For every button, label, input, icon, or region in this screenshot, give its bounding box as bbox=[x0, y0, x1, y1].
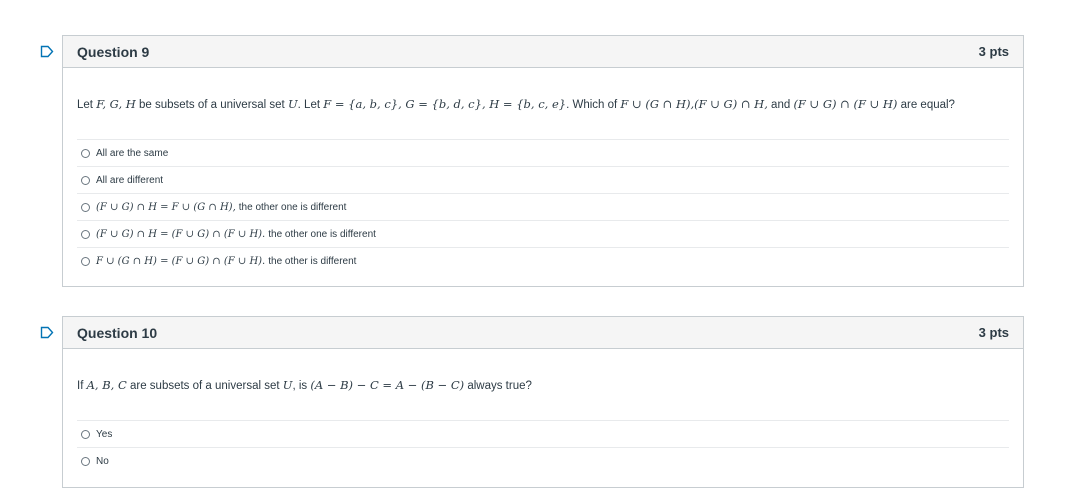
bookmark-flag-icon[interactable] bbox=[40, 45, 54, 58]
question-header: Question 10 3 pts bbox=[63, 317, 1023, 349]
answer-label: All are different bbox=[96, 174, 164, 186]
radio-button[interactable] bbox=[81, 202, 90, 212]
question-body: If A, B, C are subsets of a universal se… bbox=[63, 349, 1023, 474]
answer-label: the other is different bbox=[268, 255, 357, 267]
answer-option[interactable]: All are different bbox=[77, 166, 1009, 193]
text-segment: always true? bbox=[464, 380, 532, 392]
answer-option[interactable]: No bbox=[77, 447, 1009, 474]
math-segment: F ∪ (G ∩ H),(F ∪ G) ∩ H, bbox=[620, 97, 768, 111]
text-segment: be subsets of a universal set bbox=[135, 99, 288, 111]
question-text: If A, B, C are subsets of a universal se… bbox=[77, 349, 1009, 420]
answer-math: (F ∪ G) ∩ H = (F ∪ G) ∩ (F ∪ H). bbox=[96, 228, 266, 240]
text-segment: , is bbox=[292, 380, 311, 392]
text-segment: Let bbox=[77, 99, 97, 111]
math-segment: (F ∪ G) ∩ (F ∪ H) bbox=[793, 97, 898, 111]
text-segment: . Which of bbox=[566, 99, 621, 111]
answer-label: No bbox=[96, 455, 109, 467]
question-header: Question 9 3 pts bbox=[63, 36, 1023, 68]
answer-option[interactable]: F ∪ (G ∩ H) = (F ∪ G) ∩ (F ∪ H). the oth… bbox=[77, 247, 1009, 274]
answer-math: (F ∪ G) ∩ H = F ∪ (G ∩ H), bbox=[96, 201, 236, 213]
answer-option[interactable]: All are the same bbox=[77, 139, 1009, 166]
math-segment: A, B, C bbox=[86, 378, 127, 392]
bookmark-flag-icon[interactable] bbox=[40, 326, 54, 339]
answer-option[interactable]: Yes bbox=[77, 420, 1009, 447]
question-body: Let F, G, H be subsets of a universal se… bbox=[63, 68, 1023, 274]
math-segment: U bbox=[282, 378, 293, 392]
answer-label: Yes bbox=[96, 428, 113, 440]
radio-button[interactable] bbox=[81, 175, 90, 185]
math-segment: (A − B) − C = A − (B − C) bbox=[310, 378, 465, 392]
math-segment: F = {a, b, c}, G = {b, d, c}, H = {b, c,… bbox=[323, 97, 567, 111]
radio-button[interactable] bbox=[81, 229, 90, 239]
radio-button[interactable] bbox=[81, 256, 90, 266]
answer-label: All are the same bbox=[96, 147, 169, 159]
question-title: Question 10 bbox=[77, 324, 158, 341]
radio-button[interactable] bbox=[81, 148, 90, 158]
math-segment: F, G, H bbox=[96, 97, 136, 111]
question-text: Let F, G, H be subsets of a universal se… bbox=[77, 68, 1009, 139]
question-9: Question 9 3 pts Let F, G, H be subsets … bbox=[40, 35, 1024, 287]
answer-label: the other one is different bbox=[268, 228, 376, 240]
text-segment: . Let bbox=[297, 99, 324, 111]
math-segment: U bbox=[287, 97, 298, 111]
question-10: Question 10 3 pts If A, B, C are subsets… bbox=[40, 316, 1024, 488]
question-points: 3 pts bbox=[978, 325, 1009, 340]
question-title: Question 9 bbox=[77, 43, 150, 60]
question-points: 3 pts bbox=[978, 44, 1009, 59]
answer-option[interactable]: (F ∪ G) ∩ H = F ∪ (G ∩ H), the other one… bbox=[77, 193, 1009, 220]
text-segment: are equal? bbox=[897, 99, 955, 111]
answer-list: All are the same All are different (F ∪ … bbox=[77, 139, 1009, 274]
text-segment: are subsets of a universal set bbox=[126, 380, 283, 392]
answer-math: F ∪ (G ∩ H) = (F ∪ G) ∩ (F ∪ H). bbox=[96, 255, 266, 267]
text-segment: If bbox=[77, 380, 87, 392]
text-segment: and bbox=[767, 99, 794, 111]
radio-button[interactable] bbox=[81, 429, 90, 439]
answer-list: Yes No bbox=[77, 420, 1009, 474]
answer-option[interactable]: (F ∪ G) ∩ H = (F ∪ G) ∩ (F ∪ H). the oth… bbox=[77, 220, 1009, 247]
answer-label: the other one is different bbox=[238, 201, 347, 213]
radio-button[interactable] bbox=[81, 456, 90, 466]
